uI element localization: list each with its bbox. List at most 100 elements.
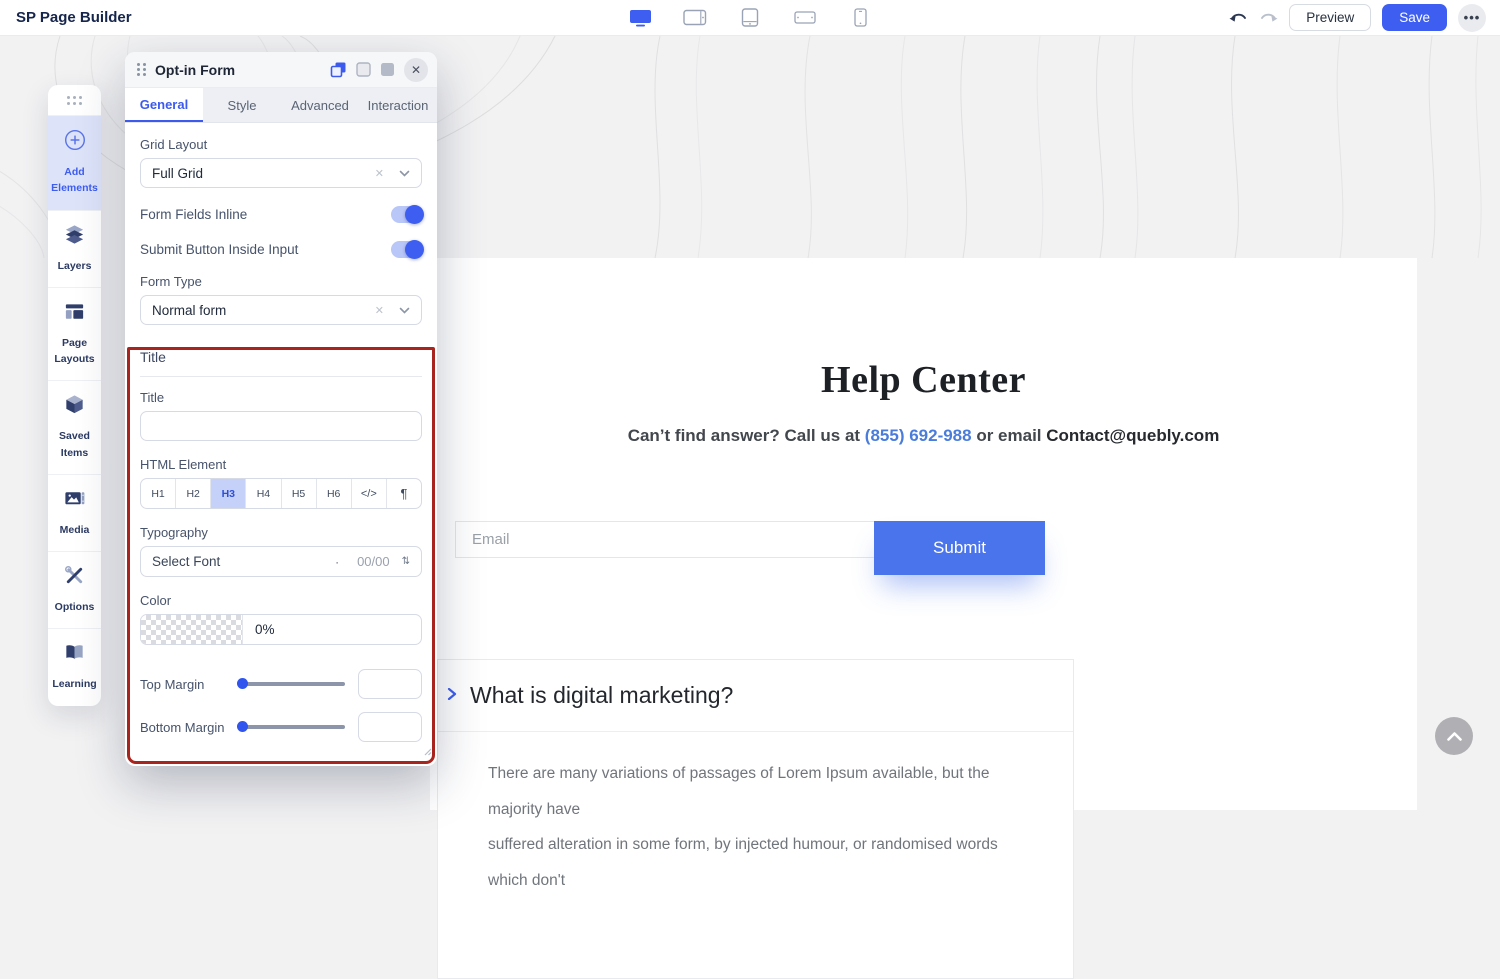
more-options-button[interactable]: ••• — [1458, 3, 1486, 32]
redo-icon[interactable] — [1259, 11, 1278, 24]
top-margin-slider[interactable] — [237, 678, 345, 689]
sidebar-item-saved-items[interactable]: Saved Items — [48, 380, 101, 474]
clear-icon[interactable]: ✕ — [375, 304, 384, 317]
slider-knob[interactable] — [237, 721, 248, 732]
layers-icon — [63, 223, 86, 251]
sidebar-item-media[interactable]: Media — [48, 473, 101, 551]
form-type-label: Form Type — [140, 274, 202, 289]
sidebar-item-page-layouts[interactable]: Page Layouts — [48, 286, 101, 381]
sidebar-item-layers[interactable]: Layers — [48, 209, 101, 287]
typography-control[interactable]: Select Font · 00/00 ⇅ — [140, 546, 422, 577]
close-panel-icon[interactable]: ✕ — [404, 57, 428, 82]
bottom-margin-input[interactable] — [358, 712, 422, 742]
color-label: Color — [140, 593, 172, 608]
desktop-device-icon[interactable] — [628, 9, 652, 27]
undo-icon[interactable] — [1229, 11, 1248, 24]
bottom-margin-slider[interactable] — [237, 721, 345, 732]
html-option-h4[interactable]: H4 — [246, 479, 282, 508]
sidebar-item-learning[interactable]: Learning — [48, 628, 101, 705]
panel-tabs: General Style Advanced Interaction — [125, 88, 437, 123]
sidebar-item-add-elements[interactable]: Add Elements — [48, 115, 101, 210]
html-element-label: HTML Element — [140, 457, 227, 472]
email-link[interactable]: Contact@quebly.com — [1046, 426, 1219, 445]
faq-answer: There are many variations of passages of… — [438, 732, 1073, 899]
typography-label: Typography — [140, 525, 208, 540]
dock-right-panel-icon[interactable] — [380, 62, 395, 77]
layout-icon — [63, 300, 86, 328]
page-canvas: Help Center Can’t find answer? Call us a… — [430, 258, 1417, 979]
html-element-segmented-control: H1 H2 H3 H4 H5 H6 </> ¶ — [140, 478, 422, 509]
color-control: 0% — [140, 614, 422, 645]
tab-general[interactable]: General — [125, 88, 203, 122]
bottom-margin-row: Bottom Margin — [140, 712, 422, 742]
submit-inside-input-row: Submit Button Inside Input — [140, 240, 424, 259]
html-option-h5[interactable]: H5 — [282, 479, 317, 508]
faq-accordion-header[interactable]: What is digital marketing? — [438, 660, 1073, 732]
grid-layout-value: Full Grid — [152, 165, 204, 181]
sidebar-item-label: Options — [54, 601, 95, 614]
tablet-portrait-device-icon[interactable] — [738, 8, 762, 27]
form-type-select[interactable]: Normal form ✕ — [140, 295, 422, 325]
form-fields-inline-label: Form Fields Inline — [140, 207, 248, 222]
chevron-down-icon — [399, 307, 410, 314]
grid-layout-label: Grid Layout — [140, 137, 208, 152]
panel-title: Opt-in Form — [155, 61, 236, 78]
preview-button[interactable]: Preview — [1289, 4, 1372, 31]
html-option-h1[interactable]: H1 — [141, 479, 177, 508]
clear-icon[interactable]: ✕ — [375, 167, 384, 180]
html-option-h6[interactable]: H6 — [317, 479, 352, 508]
tablet-landscape-device-icon[interactable] — [683, 9, 707, 27]
html-option-h3[interactable]: H3 — [211, 479, 247, 508]
subtitle-text-2: or email — [971, 426, 1047, 445]
dock-left-panel-icon[interactable] — [356, 62, 371, 77]
chevron-right-icon — [447, 687, 457, 705]
sidebar-item-label: Layers — [57, 259, 92, 272]
tab-interaction[interactable]: Interaction — [359, 88, 437, 122]
optin-form-settings-panel: Opt-in Form ✕ General Style Advanced Int… — [125, 52, 437, 766]
sidebar-item-label: Learning — [52, 678, 97, 691]
color-opacity-value[interactable]: 0% — [243, 615, 421, 644]
panel-resize-handle[interactable] — [423, 743, 432, 761]
slider-knob[interactable] — [237, 678, 248, 689]
sidebar-item-label: Add Elements — [51, 166, 98, 195]
app-title: SP Page Builder — [16, 9, 132, 26]
submit-button[interactable]: Submit — [874, 521, 1045, 575]
tools-icon — [63, 564, 86, 592]
cube-icon — [63, 393, 86, 421]
submit-inside-input-label: Submit Button Inside Input — [140, 242, 299, 257]
html-option-h2[interactable]: H2 — [176, 479, 212, 508]
sidebar-drag-handle-icon[interactable] — [48, 85, 101, 115]
builder-sidebar: Add Elements Layers Page Layouts Saved I… — [48, 85, 101, 706]
faq-question: What is digital marketing? — [470, 682, 734, 708]
html-option-paragraph-icon[interactable]: ¶ — [387, 479, 421, 508]
duplicate-panel-icon[interactable] — [330, 61, 347, 78]
page-title: Help Center — [821, 359, 1026, 401]
sidebar-item-label: Saved Items — [59, 430, 90, 459]
panel-drag-handle-icon[interactable] — [137, 63, 146, 76]
optin-form: Submit — [455, 521, 1075, 601]
mobile-portrait-device-icon[interactable] — [848, 8, 872, 27]
subtitle-text: Can’t find answer? Call us at — [627, 426, 865, 445]
color-swatch-transparent[interactable] — [141, 615, 243, 644]
line-height-icon: ⇅ — [401, 556, 410, 567]
title-field[interactable] — [140, 411, 422, 441]
font-size-value: 00/00 — [357, 554, 390, 569]
phone-link[interactable]: (855) 692-988 — [865, 426, 972, 445]
faq-answer-line: There are many variations of passages of… — [488, 765, 990, 818]
help-subtitle: Can’t find answer? Call us at (855) 692-… — [430, 426, 1417, 446]
form-fields-inline-toggle[interactable] — [391, 205, 424, 224]
tab-style[interactable]: Style — [203, 88, 281, 122]
top-margin-input[interactable] — [358, 669, 422, 699]
save-button[interactable]: Save — [1382, 4, 1447, 31]
submit-inside-input-toggle[interactable] — [391, 240, 424, 259]
sidebar-item-options[interactable]: Options — [48, 551, 101, 628]
title-field-label: Title — [140, 390, 165, 405]
html-option-code-icon[interactable]: </> — [352, 479, 387, 508]
grid-layout-select[interactable]: Full Grid ✕ — [140, 158, 422, 188]
mobile-landscape-device-icon[interactable] — [793, 9, 817, 27]
topbar: SP Page Builder Preview Save ••• — [0, 0, 1500, 36]
tab-advanced[interactable]: Advanced — [281, 88, 359, 122]
device-switcher — [628, 8, 872, 27]
title-section-heading: Title — [140, 349, 422, 377]
scroll-to-top-button[interactable] — [1435, 717, 1473, 755]
